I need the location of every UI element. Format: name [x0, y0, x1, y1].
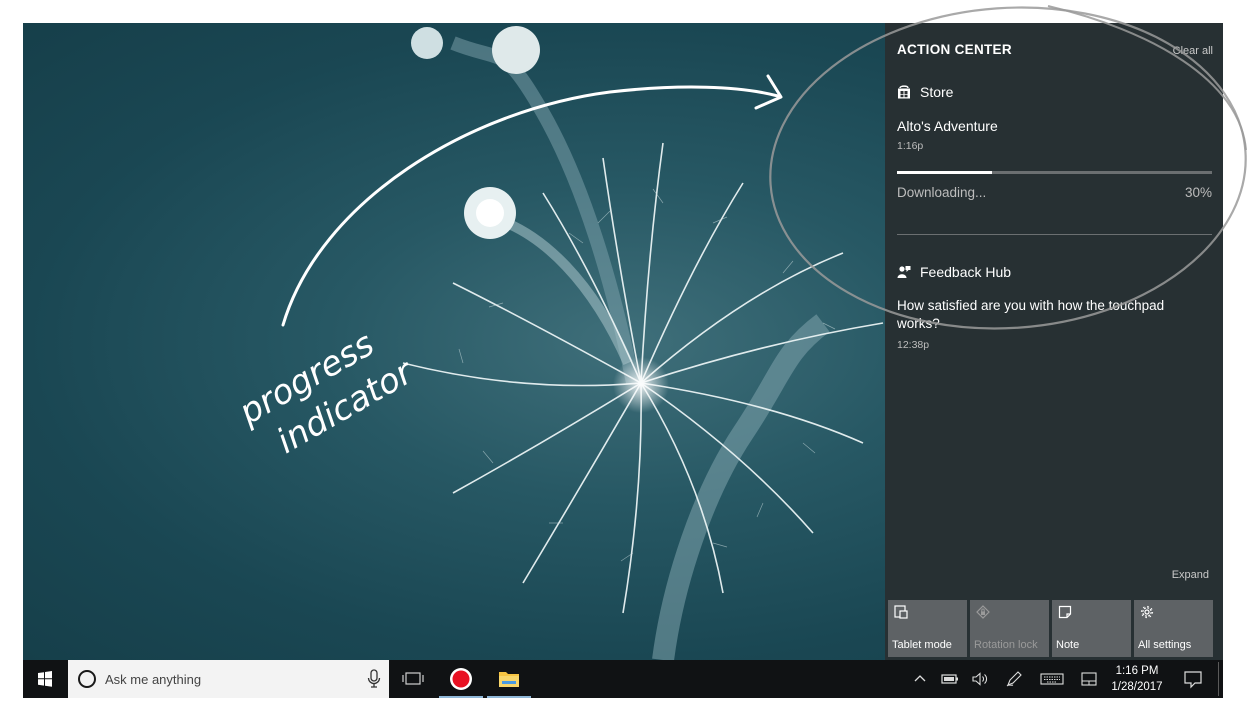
clock-date: 1/28/2017: [1111, 681, 1163, 693]
desktop-wallpaper: [23, 23, 885, 660]
flower-wallpaper-image: [402, 26, 884, 660]
show-hidden-icons-button[interactable]: [905, 660, 935, 698]
quick-actions: Tablet mode Rotation lock Note All setti…: [888, 600, 1213, 657]
search-box[interactable]: Ask me anything: [68, 660, 389, 698]
clock-time: 1:16 PM: [1115, 665, 1159, 677]
folder-icon: [499, 672, 519, 687]
taskbar-app-file-explorer[interactable]: [487, 660, 531, 698]
record-icon: [450, 668, 472, 690]
progress-status: Downloading...: [897, 185, 987, 200]
group-app-name: Feedback Hub: [920, 264, 1012, 280]
tile-label: All settings: [1138, 639, 1192, 651]
taskbar-clock[interactable]: 1:16 PM 1/28/2017: [1105, 663, 1169, 695]
notification-title[interactable]: Alto's Adventure: [897, 118, 998, 134]
tile-label: Tablet mode: [892, 639, 952, 651]
note-icon: [1058, 605, 1072, 619]
action-center-panel: ACTION CENTER Clear all Store Alto's Adv…: [885, 23, 1223, 660]
microphone-icon[interactable]: [367, 669, 381, 689]
speaker-icon: [972, 672, 987, 686]
pen-icon: [1006, 671, 1022, 687]
active-app-indicator: [439, 696, 483, 698]
notification-time: 1:16p: [897, 140, 924, 152]
group-divider: [897, 234, 1212, 235]
quick-action-all-settings[interactable]: All settings: [1134, 600, 1213, 657]
store-icon: [897, 85, 911, 99]
action-center-button[interactable]: [1178, 660, 1208, 698]
chevron-up-icon: [914, 675, 926, 682]
action-center-title: ACTION CENTER: [897, 42, 1012, 57]
quick-action-note[interactable]: Note: [1052, 600, 1131, 657]
gear-icon: [1140, 605, 1154, 619]
task-view-button[interactable]: [391, 660, 435, 698]
group-app-name: Store: [920, 84, 954, 100]
quick-action-tablet-mode[interactable]: Tablet mode: [888, 600, 967, 657]
touch-keyboard-button[interactable]: [1035, 660, 1069, 698]
cortana-icon: [78, 670, 96, 688]
tile-label: Rotation lock: [974, 639, 1038, 651]
notification-group-feedback-hub[interactable]: Feedback Hub: [897, 264, 1011, 280]
download-progress-bar: [897, 171, 1212, 174]
progress-percent: 30%: [1184, 185, 1212, 200]
show-desktop-button[interactable]: [1218, 662, 1219, 696]
battery-status[interactable]: [935, 660, 965, 698]
taskbar: Ask me anything 1:16 PM 1/28/2017: [23, 660, 1223, 698]
progress-fill: [897, 171, 992, 174]
pen-workspace-button[interactable]: [999, 660, 1029, 698]
task-view-icon: [402, 672, 424, 685]
screen-frame: ACTION CENTER Clear all Store Alto's Adv…: [23, 23, 1223, 698]
touchpad-button[interactable]: [1074, 660, 1104, 698]
search-placeholder: Ask me anything: [105, 672, 202, 687]
keyboard-icon: [1040, 673, 1064, 685]
volume-control[interactable]: [965, 660, 995, 698]
clear-all-link[interactable]: Clear all: [1173, 45, 1213, 57]
notification-icon: [1184, 671, 1202, 689]
expand-link[interactable]: Expand: [1172, 569, 1209, 581]
active-app-indicator: [487, 696, 531, 698]
quick-action-rotation-lock[interactable]: Rotation lock: [970, 600, 1049, 657]
tablet-mode-icon: [894, 605, 908, 619]
tile-label: Note: [1056, 639, 1080, 651]
windows-logo-icon: [38, 671, 52, 687]
notification-body[interactable]: How satisfied are you with how the touch…: [897, 297, 1197, 333]
notification-time: 12:38p: [897, 339, 930, 351]
notification-group-store[interactable]: Store: [897, 84, 953, 100]
touchpad-icon: [1081, 672, 1097, 686]
rotation-lock-icon: [976, 605, 990, 619]
feedback-hub-icon: [897, 265, 911, 279]
taskbar-app-recorder[interactable]: [439, 660, 483, 698]
start-button[interactable]: [23, 660, 67, 698]
battery-icon: [941, 674, 958, 684]
